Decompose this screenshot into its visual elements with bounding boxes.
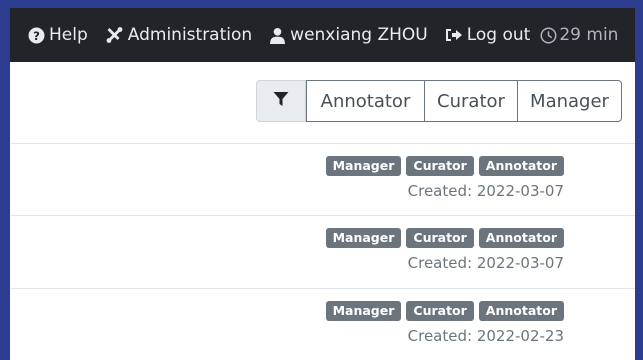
app-frame: ? Help Administration wenxiang ZHOU Log … xyxy=(10,8,635,360)
user-profile-link[interactable]: wenxiang ZHOU xyxy=(269,8,428,62)
list-item[interactable]: Manager Curator Annotator Created: 2022-… xyxy=(10,215,635,287)
role-badge-manager: Manager xyxy=(325,228,402,248)
role-badges: Manager Curator Annotator xyxy=(325,228,564,248)
filter-annotator-button[interactable]: Annotator xyxy=(306,80,425,122)
filter-manager-button[interactable]: Manager xyxy=(518,80,622,122)
role-filter-group: Annotator Curator Manager xyxy=(256,80,622,122)
filter-curator-button[interactable]: Curator xyxy=(425,80,518,122)
created-date: Created: 2022-02-23 xyxy=(407,327,564,345)
logout-label: Log out xyxy=(466,25,531,45)
role-badge-manager: Manager xyxy=(325,156,402,176)
role-badge-curator: Curator xyxy=(406,228,474,248)
svg-text:?: ? xyxy=(33,28,40,42)
role-badge-annotator: Annotator xyxy=(478,301,564,321)
user-icon xyxy=(269,27,286,44)
role-badges: Manager Curator Annotator xyxy=(325,301,564,321)
clock-icon xyxy=(540,27,557,44)
list-item[interactable]: Manager Curator Annotator Created: 2022-… xyxy=(10,143,635,215)
administration-label: Administration xyxy=(127,25,253,45)
help-label: Help xyxy=(49,25,88,45)
question-circle-icon: ? xyxy=(28,27,45,44)
funnel-icon xyxy=(273,91,289,112)
created-date: Created: 2022-03-07 xyxy=(407,182,564,200)
session-timer: 29 min xyxy=(540,8,618,62)
help-link[interactable]: ? Help xyxy=(28,8,88,62)
sign-out-icon xyxy=(445,27,463,43)
logout-link[interactable]: Log out xyxy=(445,8,531,62)
user-label: wenxiang ZHOU xyxy=(290,25,428,45)
role-badge-manager: Manager xyxy=(325,301,402,321)
role-badge-annotator: Annotator xyxy=(478,156,564,176)
role-badge-curator: Curator xyxy=(406,301,474,321)
filter-toggle-button[interactable] xyxy=(256,80,306,122)
top-navbar: ? Help Administration wenxiang ZHOU Log … xyxy=(10,8,635,62)
created-date: Created: 2022-03-07 xyxy=(407,254,564,272)
session-timer-label: 29 min xyxy=(559,25,619,45)
list-item[interactable]: Manager Curator Annotator Created: 2022-… xyxy=(10,288,635,360)
role-badges: Manager Curator Annotator xyxy=(325,156,564,176)
role-badge-annotator: Annotator xyxy=(478,228,564,248)
tools-icon xyxy=(105,26,124,44)
administration-link[interactable]: Administration xyxy=(105,8,252,62)
role-badge-curator: Curator xyxy=(406,156,474,176)
